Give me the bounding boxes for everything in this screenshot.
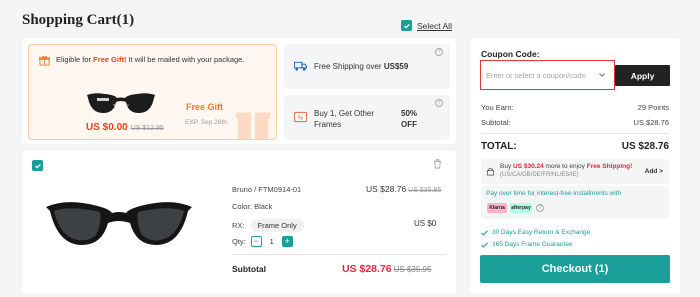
page-title: Shopping Cart(1) — [22, 12, 135, 28]
checkout-button[interactable]: Checkout (1) — [480, 255, 670, 283]
perk-guarantee-text: 365 Days Frame Guarantee — [492, 241, 573, 248]
subtotal-value: US $28.76 — [633, 118, 669, 127]
coupon-label: Coupon Code: — [481, 49, 540, 59]
installments-info: Pay over time for interest-free installm… — [481, 186, 669, 219]
product-price: US $28.76 US $35.95 — [366, 184, 441, 194]
item-subtotal-label: Subtotal — [232, 264, 266, 274]
order-summary: Coupon Code: Apply You Earn: 29 Points S… — [470, 38, 680, 293]
perk-guarantee: 365 Days Frame Guarantee — [481, 241, 573, 248]
perk-return: 30 Days Easy Return & Exchange — [481, 229, 590, 236]
qty-plus-button[interactable]: + — [281, 236, 293, 247]
check-icon — [481, 241, 488, 248]
free-gift-card: Eligible for Free Gift! It will be maile… — [28, 44, 277, 140]
gift-box-decoration-icon — [235, 112, 271, 139]
shipping-threshold: US$59 — [383, 62, 409, 71]
product-image[interactable] — [44, 195, 194, 251]
item-checkbox[interactable] — [32, 160, 43, 171]
add-more-link[interactable]: Add > — [645, 168, 663, 175]
bogo-discount: 50% OFF — [401, 109, 418, 129]
trash-icon[interactable] — [433, 159, 442, 169]
bogo-text: Buy 1, Get Other Frames — [314, 109, 375, 129]
free-shipping-text: Free Shipping over US$59 — [314, 62, 408, 71]
rx-price: US $0 — [414, 219, 437, 228]
gift-old-price: US $12.95 — [130, 125, 164, 132]
ship-promo-highlight: Free Shipping! — [586, 163, 633, 170]
qty-label: Qty: — [232, 237, 246, 246]
check-icon — [403, 23, 410, 29]
bogo-card: % Buy 1, Get Other Frames 50% OFF ? — [284, 95, 450, 140]
quantity-stepper: Qty: − 1 + — [232, 236, 293, 247]
product-old-price: US $35.95 — [408, 187, 442, 194]
subtotal-row: Subtotal: US $28.76 — [481, 118, 669, 127]
apply-button[interactable]: Apply — [615, 65, 670, 86]
gift-text-pre: Eligible for — [56, 55, 94, 64]
earn-label: You Earn: — [481, 103, 514, 112]
help-icon[interactable]: ? — [435, 48, 443, 56]
ship-promo-regions: (US/CA/GB/DE/FR/NL/ES/IE) — [500, 172, 579, 178]
help-icon[interactable]: ? — [536, 204, 544, 212]
ship-promo-text: Buy US $30.24 more to enjoy Free Shippin… — [500, 163, 632, 170]
coupon-select[interactable] — [480, 60, 615, 90]
divider — [481, 133, 669, 134]
gift-price: US $0.00 US $12.95 — [86, 122, 164, 133]
free-shipping-promo: Buy US $30.24 more to enjoy Free Shippin… — [481, 159, 669, 184]
ship-promo-amount: US $30.24 — [513, 163, 544, 170]
help-icon[interactable]: ? — [435, 99, 443, 107]
qty-minus-button[interactable]: − — [250, 236, 262, 247]
product-color: Color: Black — [232, 202, 273, 211]
earn-row: You Earn: 29 Points — [481, 103, 669, 112]
product-rx: RX: Frame Only — [232, 219, 304, 232]
free-gift-text: Eligible for Free Gift! It will be maile… — [56, 54, 256, 65]
qty-value: 1 — [269, 237, 274, 246]
check-icon — [481, 229, 488, 236]
sunglasses-icon[interactable]: Sunglasses — [85, 89, 157, 117]
afterpay-logo[interactable]: afterpay — [510, 203, 532, 213]
subtotal-label: Subtotal: — [481, 118, 511, 127]
shipping-text: Free Shipping over — [314, 62, 384, 71]
rx-option[interactable]: Frame Only — [250, 219, 304, 232]
promo-section: Eligible for Free Gift! It will be maile… — [22, 38, 456, 144]
gift-text-post: It will be mailed with your package. — [126, 55, 245, 64]
chevron-down-icon[interactable] — [599, 73, 605, 77]
earn-value: 29 Points — [637, 103, 669, 112]
gift-expiry: EXP. Sep 26th — [185, 119, 227, 126]
gift-price-value: US $0.00 — [86, 122, 128, 133]
total-label: TOTAL: — [481, 141, 517, 152]
truck-icon — [294, 61, 307, 71]
divider — [232, 254, 446, 255]
free-shipping-card: Free Shipping over US$59 ? — [284, 44, 450, 89]
item-subtotal: US $28.76 US $35.95 — [342, 263, 431, 275]
lock-icon — [486, 167, 495, 176]
total-row: TOTAL: US $28.76 — [481, 141, 669, 152]
select-all-checkbox[interactable] — [401, 20, 412, 31]
ship-promo-mid: more to enjoy — [543, 163, 587, 170]
select-all[interactable]: Select All — [401, 20, 452, 31]
cart-item: Bruno / FTM0914-01 US $28.76 US $35.95 Co… — [22, 151, 456, 293]
item-subtotal-old: US $35.95 — [393, 265, 432, 274]
free-gift-tag: Free Gift — [186, 102, 224, 112]
rx-label: RX: — [232, 221, 245, 230]
klarna-logo[interactable]: Klarna — [487, 203, 507, 213]
product-name[interactable]: Bruno / FTM0914-01 — [232, 185, 301, 194]
installments-text: Pay over time for interest-free installm… — [486, 190, 622, 197]
gift-icon — [39, 55, 50, 66]
ship-promo-pre: Buy — [500, 163, 514, 170]
percent-tag-icon: % — [294, 111, 307, 123]
gift-text-highlight: Free Gift! — [93, 55, 127, 64]
svg-text:%: % — [298, 115, 303, 121]
product-price-value: US $28.76 — [366, 184, 407, 194]
check-icon — [34, 163, 41, 169]
select-all-label[interactable]: Select All — [417, 21, 452, 31]
perk-return-text: 30 Days Easy Return & Exchange — [492, 229, 591, 236]
coupon-input[interactable] — [486, 67, 594, 83]
total-value: US $28.76 — [621, 141, 669, 152]
svg-text:Sunglasses: Sunglasses — [113, 103, 129, 107]
item-subtotal-value: US $28.76 — [342, 263, 392, 275]
